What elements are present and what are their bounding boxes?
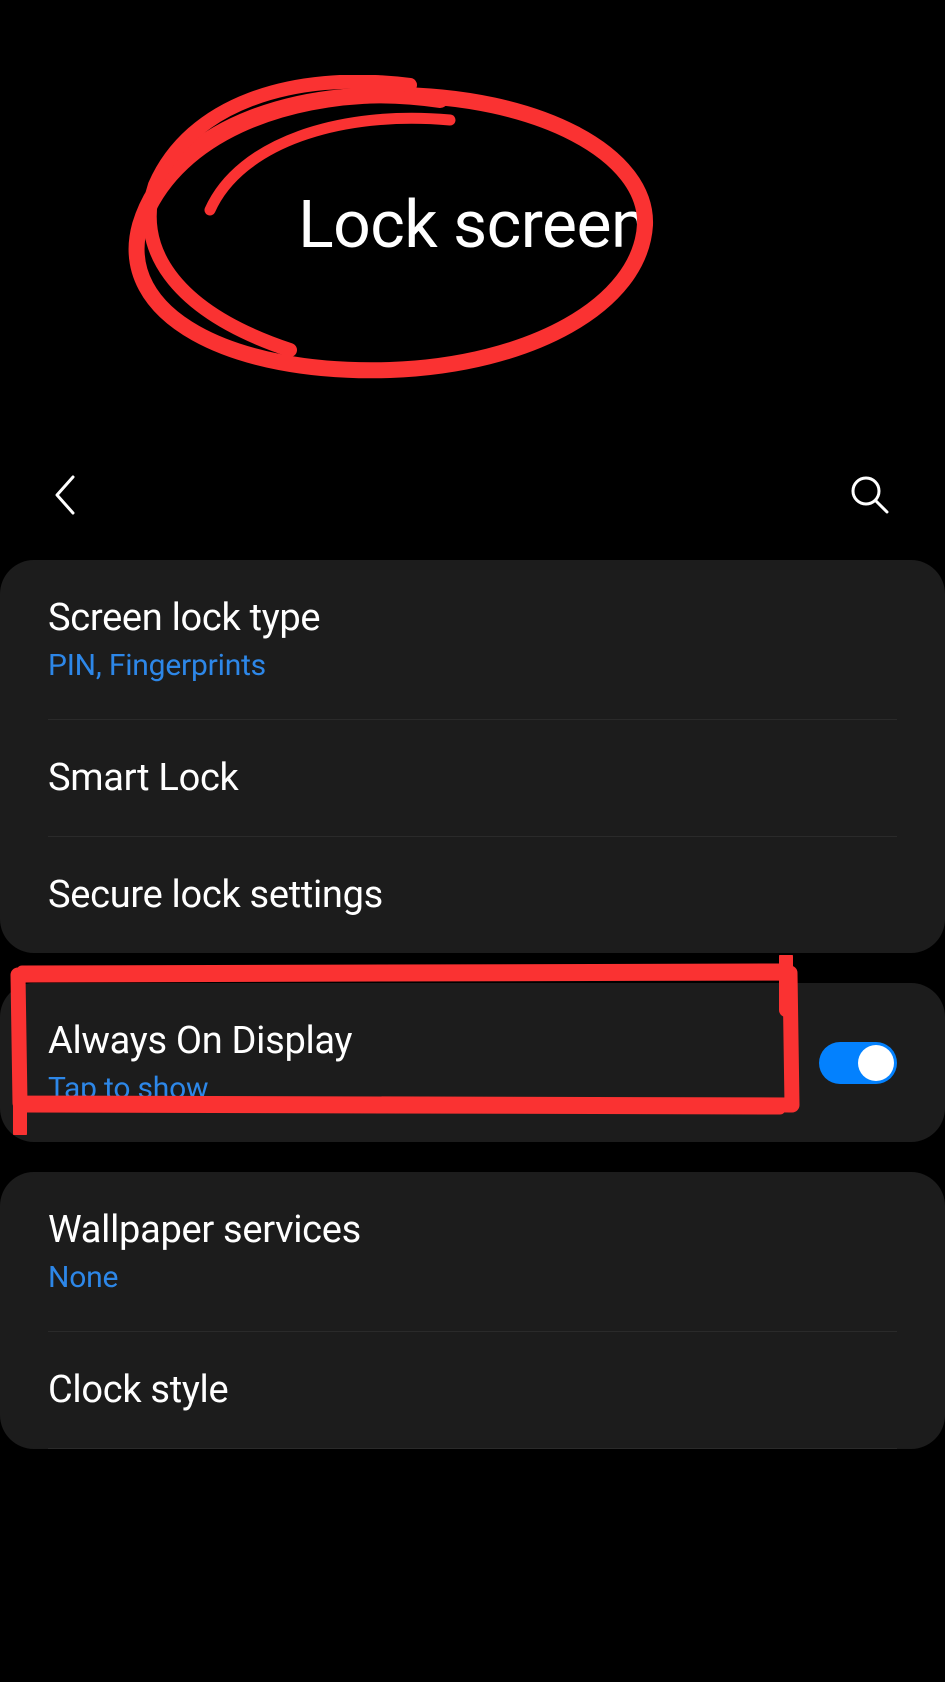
toggle-area (794, 1039, 897, 1087)
toolbar (0, 450, 945, 540)
row-subtitle: None (48, 1260, 361, 1295)
row-subtitle: PIN, Fingerprints (48, 648, 320, 683)
row-title: Secure lock settings (48, 873, 383, 917)
row-title: Smart Lock (48, 756, 239, 800)
row-smart-lock[interactable]: Smart Lock (0, 720, 945, 836)
row-subtitle: Tap to show (48, 1071, 352, 1106)
row-title: Clock style (48, 1368, 228, 1412)
row-title: Wallpaper services (48, 1208, 361, 1252)
row-always-on-display[interactable]: Always On Display Tap to show (0, 983, 945, 1142)
row-text: Clock style (48, 1368, 228, 1412)
header-area: Lock screen (0, 0, 945, 450)
row-text: Secure lock settings (48, 873, 383, 917)
search-button[interactable] (840, 465, 900, 525)
row-wallpaper-services[interactable]: Wallpaper services None (0, 1172, 945, 1331)
page-title: Lock screen (298, 187, 647, 264)
divider (48, 1448, 897, 1449)
chevron-left-icon (51, 473, 79, 517)
row-title: Always On Display (48, 1019, 352, 1063)
row-title: Screen lock type (48, 596, 320, 640)
toggle-divider (794, 1039, 795, 1087)
back-button[interactable] (35, 465, 95, 525)
row-text: Smart Lock (48, 756, 239, 800)
row-text: Screen lock type PIN, Fingerprints (48, 596, 320, 683)
card-always-on-display: Always On Display Tap to show (0, 983, 945, 1142)
toggle-knob (858, 1045, 894, 1081)
content: Screen lock type PIN, Fingerprints Smart… (0, 540, 945, 1499)
always-on-display-toggle[interactable] (819, 1042, 897, 1084)
search-icon (849, 474, 891, 516)
card-appearance: Wallpaper services None Clock style (0, 1172, 945, 1449)
row-screen-lock-type[interactable]: Screen lock type PIN, Fingerprints (0, 560, 945, 719)
row-text: Always On Display Tap to show (48, 1019, 352, 1106)
row-text: Wallpaper services None (48, 1208, 361, 1295)
row-secure-lock-settings[interactable]: Secure lock settings (0, 837, 945, 953)
card-lock-settings: Screen lock type PIN, Fingerprints Smart… (0, 560, 945, 953)
row-clock-style[interactable]: Clock style (0, 1332, 945, 1448)
